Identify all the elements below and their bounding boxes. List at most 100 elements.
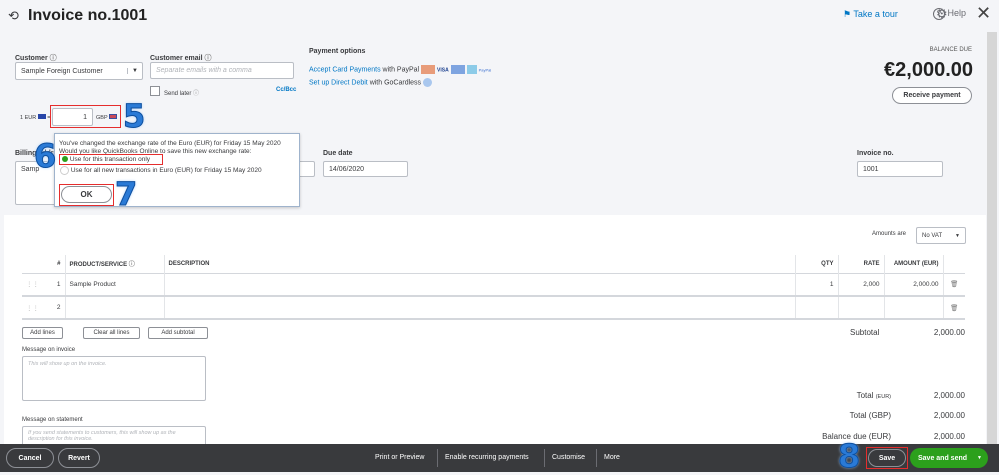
due-date-input[interactable]: 14/06/2020 — [323, 161, 408, 177]
subtotal-label: Subtotal — [850, 328, 880, 337]
take-tour-label: Take a tour — [853, 9, 898, 19]
close-icon[interactable]: ✕ — [976, 3, 991, 24]
divider — [437, 449, 438, 467]
total-eur-value: 2,000.00 — [933, 391, 965, 400]
vat-value: No VAT — [922, 232, 943, 239]
annotation-8: 8 — [837, 437, 861, 475]
customise-link[interactable]: Customise — [552, 454, 585, 461]
amex-icon — [466, 65, 477, 74]
option-this-transaction[interactable]: Use for this transaction only — [62, 156, 150, 163]
drag-handle-icon: ⋮⋮ — [22, 295, 43, 320]
history-icon[interactable]: ⟲ — [8, 8, 19, 24]
col-rate: RATE — [838, 255, 885, 273]
message-invoice-label: Message on invoice — [22, 347, 76, 353]
subtotal-value: 2,000.00 — [933, 328, 965, 337]
total-gbp-label: Total (GBP) — [849, 411, 891, 420]
help-button[interactable]: ? Help — [933, 8, 966, 20]
trash-icon[interactable]: 🗑 — [943, 295, 965, 320]
radio-selected — [62, 156, 68, 163]
chevron-down-icon[interactable]: ▼ — [977, 455, 982, 461]
receive-payment-button[interactable]: Receive payment — [892, 87, 972, 104]
send-later-label: Send later ⓘ — [164, 91, 200, 97]
help-icon: ? — [933, 8, 945, 20]
revert-button[interactable]: Revert — [58, 448, 100, 468]
customer-value: Sample Foreign Customer — [21, 67, 103, 75]
invoice-body: Amounts are No VAT ▼ # PRODUCT/SERVICE ⓘ … — [4, 215, 986, 446]
signpost-icon: ⚑ — [843, 9, 854, 19]
invoice-no-input[interactable]: 1001 — [857, 161, 943, 177]
direct-debit-link[interactable]: Set up Direct Debit — [309, 79, 368, 86]
chevron-down-icon: ▼ — [955, 232, 960, 239]
info-icon: ⓘ — [193, 91, 200, 97]
chevron-down-icon: ▼ — [127, 68, 142, 74]
customer-email-input[interactable]: Separate emails with a comma — [150, 62, 294, 79]
recurring-payments-link[interactable]: Enable recurring payments — [445, 454, 529, 461]
radio-unselected — [60, 166, 69, 175]
total-gbp-value: 2,000.00 — [933, 411, 965, 420]
info-icon: ⓘ — [49, 55, 57, 62]
direct-debit-row: Set up Direct Debit with GoCardless — [309, 78, 432, 87]
save-and-send-button[interactable]: Save and send ▼ — [910, 448, 988, 468]
message-statement-input[interactable]: If you send statements to customers, thi… — [22, 426, 206, 446]
ok-button[interactable]: OK — [61, 186, 112, 203]
page-title: Invoice no.1001 — [28, 7, 148, 24]
line-items-table: # PRODUCT/SERVICE ⓘ DESCRIPTION QTY RATE… — [22, 255, 965, 320]
send-later-checkbox[interactable] — [150, 86, 160, 96]
annotation-7: 7 — [114, 175, 138, 214]
annotation-6: 6 — [33, 137, 57, 176]
info-icon: ⓘ — [128, 262, 135, 269]
divider — [596, 449, 597, 467]
payment-options-label: Payment options — [309, 48, 366, 55]
col-number: # — [43, 255, 66, 273]
col-description: DESCRIPTION — [164, 255, 796, 273]
col-qty: QTY — [795, 255, 839, 273]
cancel-button[interactable]: Cancel — [6, 448, 54, 468]
uk-flag-icon — [109, 114, 118, 119]
table-row[interactable]: ⋮⋮ 1 Sample Product 1 2,000 2,000.00 🗑 — [22, 272, 965, 297]
gocardless-icon — [423, 78, 432, 87]
card-suffix: with PayPal — [380, 66, 420, 74]
info-icon: ⓘ — [204, 55, 212, 62]
total-eur-label: Total (EUR) — [856, 391, 891, 400]
exchange-suffix: GBP — [96, 114, 118, 121]
visa-icon: VISA — [437, 67, 449, 74]
product-cell: Sample Product — [65, 272, 165, 297]
help-label: Help — [947, 8, 967, 18]
more-link[interactable]: More — [604, 454, 620, 461]
drag-handle-icon: ⋮⋮ — [22, 272, 43, 297]
eu-flag-icon — [37, 114, 46, 119]
scrollbar[interactable] — [987, 32, 997, 444]
customer-select[interactable]: Sample Foreign Customer ▼ — [15, 62, 143, 80]
print-preview-link[interactable]: Print or Preview — [375, 454, 424, 461]
take-tour-link[interactable]: ⚑ Take a tour — [843, 9, 898, 20]
trash-icon[interactable]: 🗑 — [943, 272, 965, 297]
add-lines-button[interactable]: Add lines — [22, 327, 63, 339]
paypal-icon: PayPal — [478, 67, 492, 73]
mastercard-icon — [421, 65, 436, 74]
exchange-rate-popup: You've changed the exchange rate of the … — [54, 133, 300, 207]
balance-due-row-value: 2,000.00 — [933, 432, 965, 441]
clear-all-lines-button[interactable]: Clear all lines — [83, 327, 140, 339]
cc-bcc-link[interactable]: Cc/Bcc — [276, 87, 296, 93]
accept-card-payments-link[interactable]: Accept Card Payments — [309, 66, 381, 73]
invoice-no-label: Invoice no. — [857, 150, 894, 157]
add-subtotal-button[interactable]: Add subtotal — [148, 327, 208, 339]
save-send-label: Save and send — [918, 454, 968, 462]
table-header: # PRODUCT/SERVICE ⓘ DESCRIPTION QTY RATE… — [22, 255, 965, 273]
option-all-transactions[interactable]: Use for all new transactions in Euro (EU… — [60, 166, 262, 175]
table-row[interactable]: ⋮⋮ 2 🗑 — [22, 295, 965, 320]
vat-select[interactable]: No VAT ▼ — [916, 227, 966, 244]
message-invoice-input[interactable]: This will show up on the invoice. — [22, 356, 206, 401]
annotation-5: 5 — [122, 97, 146, 136]
save-button[interactable]: Save — [868, 449, 906, 467]
message-statement-label: Message on statement — [22, 417, 83, 423]
maestro-icon — [450, 65, 465, 74]
col-product: PRODUCT/SERVICE ⓘ — [65, 255, 165, 273]
col-amount: AMOUNT (EUR) — [884, 255, 944, 273]
exchange-prefix: 1 EUR = — [20, 114, 51, 121]
card-payments-row: Accept Card Payments with PayPal VISA Pa… — [309, 65, 491, 74]
balance-due-amount: €2,000.00 — [884, 59, 973, 81]
exchange-rate-input[interactable]: 1 — [52, 108, 93, 126]
dd-suffix: with GoCardless — [367, 79, 422, 87]
balance-due-label: BALANCE DUE — [929, 47, 972, 53]
